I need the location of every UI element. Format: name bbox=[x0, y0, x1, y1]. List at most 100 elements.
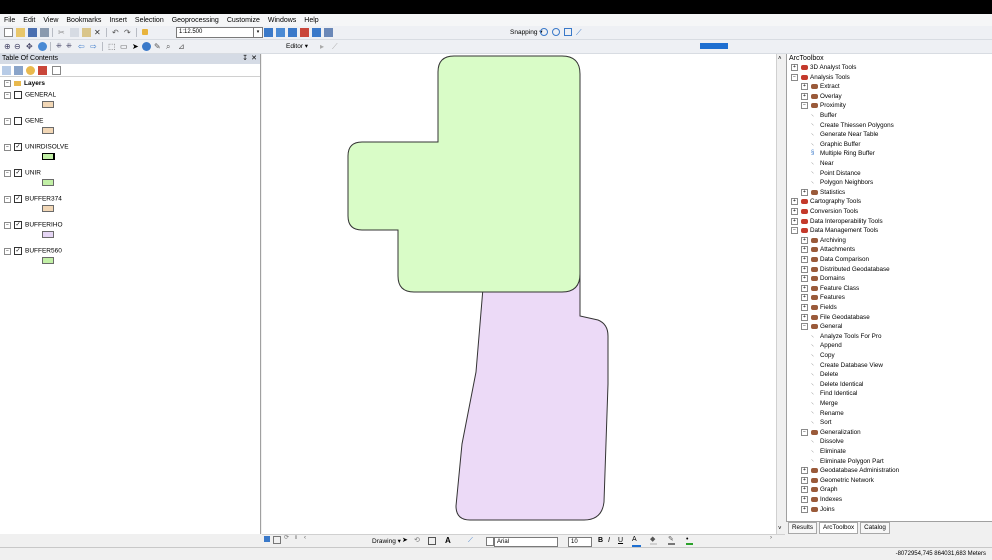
toc-layer-unirdisolve[interactable]: − ✓ UNIRDISOLVE bbox=[4, 143, 69, 152]
paste-icon[interactable] bbox=[82, 28, 91, 37]
toc-layer-bufferiho[interactable]: − ✓ BUFFERIHO bbox=[4, 221, 63, 230]
collapse-icon[interactable]: − bbox=[791, 227, 798, 235]
add-data-icon[interactable] bbox=[142, 29, 148, 35]
toolbox-item-dissolve[interactable]: ⸜ Dissolve bbox=[811, 438, 844, 445]
layers-root[interactable]: − Layers bbox=[4, 80, 45, 88]
expand-icon[interactable]: + bbox=[801, 275, 808, 283]
font-dropdown[interactable]: Arial bbox=[494, 537, 558, 547]
line-color-button[interactable]: ✎ bbox=[668, 536, 675, 545]
expand-icon[interactable]: + bbox=[791, 198, 798, 206]
collapse-icon[interactable]: − bbox=[4, 143, 11, 151]
toolbox-item-create-database-view[interactable]: ⸜ Create Database View bbox=[811, 361, 883, 368]
toolbox-item-sort[interactable]: ⸜ Sort bbox=[811, 419, 832, 426]
toolbox-item-append[interactable]: ⸜ Append bbox=[811, 342, 842, 349]
fixed-zoom-in-icon[interactable]: ⁜ bbox=[56, 42, 65, 51]
menu-geoprocessing[interactable]: Geoprocessing bbox=[168, 14, 223, 25]
menu-file[interactable]: File bbox=[0, 14, 19, 25]
layer-visibility-checkbox[interactable] bbox=[14, 117, 22, 125]
list-by-source-icon[interactable] bbox=[14, 66, 23, 75]
point-snapping-icon[interactable] bbox=[540, 28, 548, 36]
toolbox-item-joins[interactable]: + Joins bbox=[801, 505, 835, 513]
toolbox-item-eliminate[interactable]: ⸜ Eliminate bbox=[811, 448, 846, 455]
scroll-up-icon[interactable]: ˄ bbox=[778, 56, 782, 62]
underline-button[interactable]: U bbox=[618, 537, 627, 546]
layer-visibility-checkbox[interactable]: ✓ bbox=[14, 169, 22, 177]
toolbox-item-conversion-tools[interactable]: + Conversion Tools bbox=[791, 208, 858, 215]
expand-icon[interactable]: + bbox=[801, 188, 808, 196]
marker-color-button[interactable]: • bbox=[686, 536, 693, 545]
expand-icon[interactable]: + bbox=[801, 83, 808, 91]
toc-layer-buffer374[interactable]: − ✓ BUFFER374 bbox=[4, 195, 62, 204]
text-icon[interactable]: A bbox=[445, 536, 454, 545]
toolbox-item-fields[interactable]: + Fields bbox=[801, 304, 837, 311]
collapse-icon[interactable]: − bbox=[801, 102, 808, 110]
zoom-out-icon[interactable]: ⊖ bbox=[14, 42, 23, 51]
add-data-dropdown-icon[interactable] bbox=[150, 28, 164, 37]
collapse-icon[interactable]: − bbox=[4, 221, 11, 229]
layer-visibility-checkbox[interactable]: ✓ bbox=[14, 143, 22, 151]
toolbox-item-graphic-buffer[interactable]: ⸜ Graphic Buffer bbox=[811, 141, 860, 148]
toolbox-item-3d-analyst-tools[interactable]: +3D Analyst Tools bbox=[791, 64, 856, 71]
collapse-icon[interactable]: − bbox=[4, 247, 11, 255]
menu-selection[interactable]: Selection bbox=[131, 14, 168, 25]
toc-layer-buffer560[interactable]: − ✓ BUFFER560 bbox=[4, 247, 62, 256]
toolbox-item-feature-class[interactable]: + Feature Class bbox=[801, 284, 859, 292]
scale-dropdown-arrow-icon[interactable]: ▾ bbox=[253, 27, 263, 38]
menu-windows[interactable]: Windows bbox=[264, 14, 300, 25]
full-extent-icon[interactable] bbox=[38, 42, 47, 51]
toolbox-item-data-interoperability-tools[interactable]: + Data Interoperability Tools bbox=[791, 217, 883, 225]
toolbox-item-graph[interactable]: + Graph bbox=[801, 486, 838, 494]
menu-customize[interactable]: Customize bbox=[223, 14, 264, 25]
toolbox-item-proximity[interactable]: − Proximity bbox=[801, 102, 846, 110]
map-scale-dropdown[interactable]: 1:12.500 bbox=[176, 27, 254, 38]
layer-symbol-swatch[interactable] bbox=[42, 127, 54, 134]
font-size-dropdown[interactable]: 10 bbox=[568, 537, 592, 547]
toolbox-item-rename[interactable]: ⸜ Rename bbox=[811, 409, 844, 416]
snapping-menu[interactable]: Snapping ▾ bbox=[510, 28, 543, 37]
tab-catalog[interactable]: Catalog bbox=[860, 522, 890, 534]
expand-icon[interactable]: + bbox=[801, 496, 808, 503]
layer-symbol-swatch[interactable] bbox=[42, 205, 54, 212]
measure-icon[interactable]: ⊿ bbox=[178, 42, 187, 51]
editor-toolbar-icon[interactable] bbox=[264, 28, 273, 37]
toolbox-item-statistics[interactable]: + Statistics bbox=[801, 188, 845, 196]
purple-buffer-polygon[interactable] bbox=[455, 263, 609, 521]
fill-color-swatch[interactable] bbox=[700, 43, 728, 49]
redo-icon[interactable]: ↷ bbox=[124, 28, 133, 37]
layer-symbol-swatch[interactable] bbox=[42, 231, 54, 238]
layer-symbol-swatch[interactable] bbox=[42, 257, 54, 264]
arctoolbox-icon[interactable] bbox=[300, 28, 309, 37]
collapse-icon[interactable]: − bbox=[801, 428, 808, 436]
rotate-icon[interactable]: ⟲ bbox=[414, 537, 423, 546]
forward-extent-icon[interactable]: ⇨ bbox=[90, 42, 99, 51]
toolbox-item-eliminate-polygon-part[interactable]: ⸜ Eliminate Polygon Part bbox=[811, 457, 884, 464]
toolbox-item-geometric-network[interactable]: + Geometric Network bbox=[801, 476, 874, 484]
toolbox-item-attachments[interactable]: + Attachments bbox=[801, 246, 855, 254]
expand-icon[interactable]: + bbox=[801, 256, 808, 263]
menu-help[interactable]: Help bbox=[300, 14, 322, 25]
python-window-icon[interactable] bbox=[312, 28, 321, 37]
expand-icon[interactable]: + bbox=[801, 486, 808, 494]
rectangle-icon[interactable] bbox=[428, 537, 436, 545]
scroll-down-icon[interactable]: ˅ bbox=[778, 526, 782, 532]
toolbox-item-merge[interactable]: ⸜ Merge bbox=[811, 400, 838, 407]
identify-icon[interactable] bbox=[142, 42, 151, 51]
toolbox-item-distributed-geodatabase[interactable]: + Distributed Geodatabase bbox=[801, 265, 890, 273]
collapse-icon[interactable]: − bbox=[801, 323, 808, 331]
layer-visibility-checkbox[interactable]: ✓ bbox=[14, 221, 22, 229]
layer-visibility-checkbox[interactable]: ✓ bbox=[14, 195, 22, 203]
save-icon[interactable] bbox=[28, 28, 37, 37]
list-by-drawing-order-icon[interactable] bbox=[2, 66, 11, 75]
layer-symbol-swatch[interactable] bbox=[42, 101, 54, 108]
green-buffer-polygon[interactable] bbox=[347, 55, 581, 293]
menu-bookmarks[interactable]: Bookmarks bbox=[62, 14, 105, 25]
expand-icon[interactable]: + bbox=[801, 467, 808, 475]
toolbox-item-delete-identical[interactable]: ⸜ Delete Identical bbox=[811, 381, 863, 388]
toolbox-item-point-distance[interactable]: ⸜ Point Distance bbox=[811, 169, 861, 176]
end-snapping-icon[interactable] bbox=[552, 28, 560, 36]
toc-layer-general[interactable]: − GENERAL bbox=[4, 91, 56, 100]
select-features-icon[interactable]: ⬚ bbox=[108, 42, 117, 51]
toolbox-item-multiple-ring-buffer[interactable]: § Multiple Ring Buffer bbox=[811, 150, 875, 157]
toolbox-item-near[interactable]: ⸜ Near bbox=[811, 160, 834, 167]
catalog-window-icon[interactable] bbox=[288, 28, 297, 37]
